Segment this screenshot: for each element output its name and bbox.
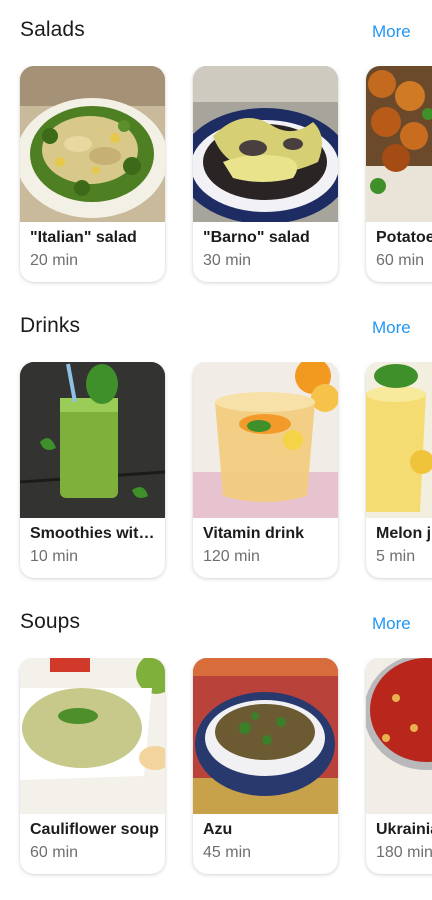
recipe-card[interactable]: "Italian" salad 20 min (20, 66, 165, 282)
recipe-title: Ukrainian borscht (376, 821, 432, 838)
recipe-categories-screen: Salads More "Italian" salad 20 min "Barn… (0, 0, 432, 900)
recipe-photo (20, 362, 165, 518)
recipe-title: "Italian" salad (30, 229, 137, 246)
recipe-time: 60 min (376, 252, 425, 269)
recipe-card[interactable]: Azu 45 min (193, 658, 338, 874)
recipe-card[interactable]: Ukrainian borscht 180 min (366, 658, 432, 874)
section-title: Drinks (20, 314, 81, 337)
recipe-title: Azu (203, 821, 233, 838)
recipe-photo (366, 66, 432, 222)
recipe-card[interactable]: Smoothies with spinach 10 min (20, 362, 165, 578)
recipe-card[interactable]: Melon juice 5 min (366, 362, 432, 578)
recipe-card[interactable]: Potatoes 60 min (366, 66, 432, 282)
recipe-title: Vitamin drink (203, 525, 305, 542)
section-header: Drinks More (0, 296, 432, 356)
card-carousel[interactable]: Cauliflower soup 60 min Azu 45 min Ukrai… (0, 658, 432, 878)
recipe-card[interactable]: Vitamin drink 120 min (193, 362, 338, 578)
recipe-title: Smoothies with spinach (30, 525, 162, 542)
section-salads: Salads More "Italian" salad 20 min "Barn… (0, 0, 432, 296)
recipe-time: 180 min (376, 844, 432, 861)
recipe-photo (20, 658, 165, 814)
recipe-title: "Barno" salad (203, 229, 310, 246)
recipe-photo (20, 66, 165, 222)
recipe-time: 5 min (376, 548, 416, 565)
section-title: Soups (20, 610, 81, 633)
recipe-time: 60 min (30, 844, 79, 861)
recipe-photo (193, 658, 338, 814)
recipe-photo (193, 362, 338, 518)
section-soups: Soups More Cauliflower soup 60 min Azu 4… (0, 592, 432, 888)
recipe-photo (193, 66, 338, 222)
recipe-title: Potatoes (376, 229, 432, 246)
section-header: Soups More (0, 592, 432, 652)
recipe-card[interactable]: "Barno" salad 30 min (193, 66, 338, 282)
recipe-photo (366, 658, 432, 814)
recipe-time: 20 min (30, 252, 79, 269)
section-title: Salads (20, 18, 85, 41)
section-drinks: Drinks More Smoothies with s 10 min Vita… (0, 296, 432, 592)
recipe-time: 10 min (30, 548, 79, 565)
recipe-time: 45 min (203, 844, 252, 861)
section-header: Salads More (0, 0, 432, 60)
recipe-card[interactable]: Cauliflower soup 60 min (20, 658, 165, 874)
recipe-photo (366, 362, 432, 518)
recipe-time: 120 min (203, 548, 260, 565)
recipe-time: 30 min (203, 252, 252, 269)
more-drinks-link[interactable]: More (372, 318, 411, 338)
recipe-title: Melon juice (376, 525, 432, 542)
card-carousel[interactable]: "Italian" salad 20 min "Barno" salad 30 … (0, 66, 432, 286)
more-salads-link[interactable]: More (372, 22, 411, 42)
more-soups-link[interactable]: More (372, 614, 411, 634)
recipe-title: Cauliflower soup (30, 821, 159, 838)
card-carousel[interactable]: Smoothies with spinach 10 min (0, 362, 432, 582)
